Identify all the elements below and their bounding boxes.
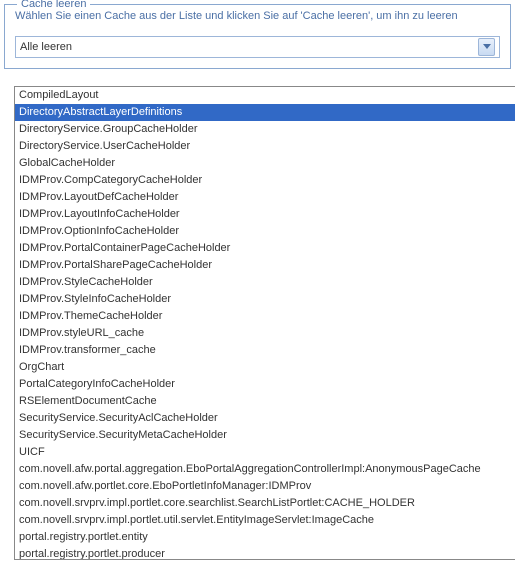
dropdown-option[interactable]: RSElementDocumentCache [15,393,515,410]
dropdown-option[interactable]: portal.registry.portlet.producer [15,546,515,560]
dropdown-option[interactable]: IDMProv.PortalContainerPageCacheHolder [15,240,515,257]
dropdown-option[interactable]: IDMProv.transformer_cache [15,342,515,359]
dropdown-option[interactable]: UICF [15,444,515,461]
dropdown-option[interactable]: IDMProv.LayoutInfoCacheHolder [15,206,515,223]
dropdown-option[interactable]: IDMProv.CompCategoryCacheHolder [15,172,515,189]
dropdown-option[interactable]: IDMProv.StyleInfoCacheHolder [15,291,515,308]
dropdown-option[interactable]: DirectoryService.UserCacheHolder [15,138,515,155]
dropdown-option[interactable]: IDMProv.PortalSharePageCacheHolder [15,257,515,274]
select-value: Alle leeren [20,41,478,53]
dropdown-option[interactable]: PortalCategoryInfoCacheHolder [15,376,515,393]
dropdown-option[interactable]: com.novell.afw.portal.aggregation.EboPor… [15,461,515,478]
dropdown-option[interactable]: CompiledLayout [15,87,515,104]
instruction-text: Wählen Sie einen Cache aus der Liste und… [15,9,500,24]
panel-title: Cache leeren [17,0,90,10]
dropdown-option[interactable]: SecurityService.SecurityMetaCacheHolder [15,427,515,444]
dropdown-option[interactable]: IDMProv.LayoutDefCacheHolder [15,189,515,206]
dropdown-option[interactable]: DirectoryService.GroupCacheHolder [15,121,515,138]
dropdown-option[interactable]: com.novell.afw.portlet.core.EboPortletIn… [15,478,515,495]
cache-select[interactable]: Alle leeren [15,36,500,58]
dropdown-option[interactable]: IDMProv.StyleCacheHolder [15,274,515,291]
cache-panel: Cache leeren Wählen Sie einen Cache aus … [4,4,511,69]
dropdown-option[interactable]: DirectoryAbstractLayerDefinitions [15,104,515,121]
dropdown-option[interactable]: IDMProv.styleURL_cache [15,325,515,342]
dropdown-option[interactable]: OrgChart [15,359,515,376]
dropdown-option[interactable]: IDMProv.ThemeCacheHolder [15,308,515,325]
dropdown-option[interactable]: GlobalCacheHolder [15,155,515,172]
dropdown-list[interactable]: CompiledLayoutDirectoryAbstractLayerDefi… [14,86,515,560]
dropdown-option[interactable]: com.novell.srvprv.impl.portlet.core.sear… [15,495,515,512]
dropdown-button[interactable] [478,38,495,56]
dropdown-option[interactable]: SecurityService.SecurityAclCacheHolder [15,410,515,427]
dropdown-option[interactable]: com.novell.srvprv.impl.portlet.util.serv… [15,512,515,529]
dropdown-option[interactable]: IDMProv.OptionInfoCacheHolder [15,223,515,240]
dropdown-option[interactable]: portal.registry.portlet.entity [15,529,515,546]
chevron-down-icon [483,44,491,50]
